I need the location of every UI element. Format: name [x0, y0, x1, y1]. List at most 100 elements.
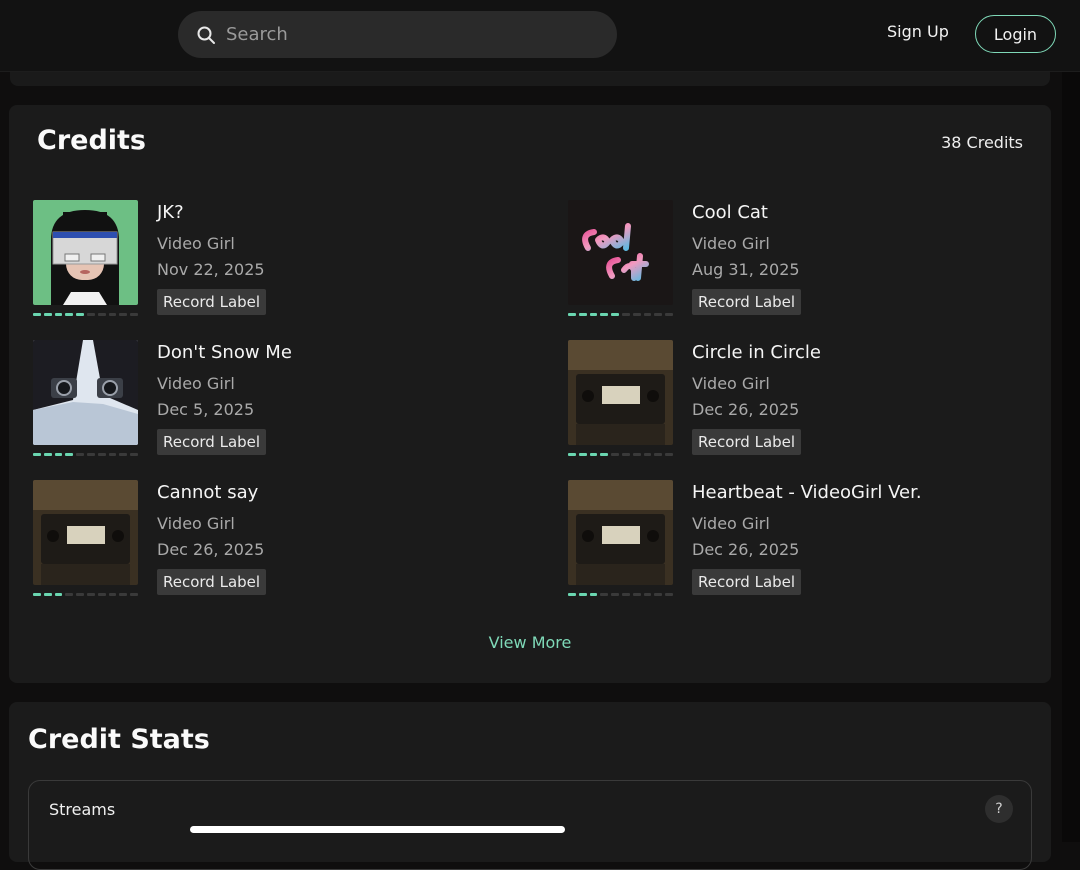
progress-segment	[643, 453, 652, 456]
role-badge: Record Label	[157, 429, 267, 455]
cover-art-cool-cat	[568, 200, 673, 305]
progress-segment	[632, 313, 641, 316]
credit-item[interactable]: Don't Snow Me Video Girl Dec 5, 2025 Rec…	[33, 340, 533, 460]
progress-segment	[65, 453, 74, 456]
progress-segment	[589, 313, 598, 316]
role-badge: Record Label	[692, 429, 802, 455]
progress-segment	[568, 593, 576, 596]
search-input[interactable]	[226, 24, 586, 45]
artist-name[interactable]: Video Girl	[157, 514, 235, 533]
progress-segment	[97, 453, 106, 456]
streams-panel: Streams ?	[28, 780, 1032, 870]
track-title[interactable]: Heartbeat - VideoGirl Ver.	[692, 482, 922, 503]
progress-segment	[568, 313, 576, 316]
progress-segment	[108, 593, 117, 596]
role-badge: Record Label	[692, 569, 802, 595]
progress-segment	[65, 593, 74, 596]
progress-segment	[611, 453, 619, 456]
track-title[interactable]: Cannot say	[157, 482, 258, 503]
progress-segment	[130, 313, 138, 316]
artist-name[interactable]: Video Girl	[692, 374, 770, 393]
progress-bar	[33, 453, 138, 456]
release-date: Nov 22, 2025	[157, 260, 265, 279]
progress-segment	[568, 453, 576, 456]
progress-segment	[76, 593, 84, 596]
progress-bar	[568, 593, 673, 596]
progress-segment	[589, 453, 598, 456]
sign-up-link[interactable]: Sign Up	[887, 22, 949, 41]
progress-segment	[43, 313, 52, 316]
progress-segment	[97, 313, 106, 316]
streams-label: Streams	[49, 800, 116, 819]
home-indicator[interactable]	[190, 826, 565, 833]
credit-item[interactable]: Heartbeat - VideoGirl Ver. Video Girl De…	[568, 480, 1068, 600]
progress-segment	[654, 453, 663, 456]
progress-segment	[43, 593, 52, 596]
progress-segment	[65, 313, 74, 316]
progress-segment	[600, 313, 609, 316]
credit-stats-card: Credit Stats Streams ?	[9, 702, 1051, 870]
cover-art-jk	[33, 200, 138, 305]
progress-segment	[665, 453, 673, 456]
progress-segment	[621, 593, 630, 596]
search-bar[interactable]	[178, 11, 617, 58]
credit-stats-title: Credit Stats	[28, 724, 210, 755]
progress-segment	[76, 313, 84, 316]
progress-segment	[108, 453, 117, 456]
track-title[interactable]: Don't Snow Me	[157, 342, 292, 363]
progress-segment	[43, 453, 52, 456]
progress-segment	[76, 453, 84, 456]
progress-bar	[33, 313, 138, 316]
help-icon[interactable]: ?	[985, 795, 1013, 823]
release-date: Dec 26, 2025	[692, 540, 800, 559]
role-badge: Record Label	[692, 289, 802, 315]
progress-segment	[33, 313, 41, 316]
credit-item[interactable]: Cannot say Video Girl Dec 26, 2025 Recor…	[33, 480, 533, 600]
artist-name[interactable]: Video Girl	[692, 514, 770, 533]
progress-segment	[665, 313, 673, 316]
cover-art-dont-snow-me	[33, 340, 138, 445]
progress-segment	[33, 593, 41, 596]
role-badge: Record Label	[157, 289, 267, 315]
view-more-link[interactable]: View More	[9, 633, 1051, 652]
credit-item[interactable]: Cool Cat Video Girl Aug 31, 2025 Record …	[568, 200, 1068, 320]
artist-name[interactable]: Video Girl	[157, 234, 235, 253]
release-date: Dec 26, 2025	[157, 540, 265, 559]
login-button[interactable]: Login	[975, 15, 1056, 53]
progress-segment	[86, 593, 95, 596]
progress-segment	[54, 593, 63, 596]
track-title[interactable]: JK?	[157, 202, 184, 223]
progress-segment	[654, 593, 663, 596]
progress-segment	[665, 593, 673, 596]
search-icon	[197, 26, 215, 44]
track-title[interactable]: Cool Cat	[692, 202, 768, 223]
progress-segment	[621, 453, 630, 456]
progress-segment	[621, 313, 630, 316]
release-date: Dec 26, 2025	[692, 400, 800, 419]
progress-segment	[54, 313, 63, 316]
credit-item[interactable]: Circle in Circle Video Girl Dec 26, 2025…	[568, 340, 1068, 460]
progress-segment	[578, 313, 587, 316]
progress-segment	[589, 593, 598, 596]
credit-item[interactable]: JK? Video Girl Nov 22, 2025 Record Label	[33, 200, 533, 320]
progress-segment	[643, 313, 652, 316]
release-date: Aug 31, 2025	[692, 260, 800, 279]
progress-segment	[654, 313, 663, 316]
progress-segment	[600, 593, 609, 596]
progress-segment	[611, 313, 619, 316]
track-title[interactable]: Circle in Circle	[692, 342, 821, 363]
progress-segment	[632, 593, 641, 596]
credits-title: Credits	[37, 125, 147, 156]
progress-segment	[97, 593, 106, 596]
progress-segment	[108, 313, 117, 316]
progress-segment	[578, 453, 587, 456]
progress-segment	[130, 593, 138, 596]
progress-segment	[600, 453, 609, 456]
artist-name[interactable]: Video Girl	[157, 374, 235, 393]
progress-segment	[611, 593, 619, 596]
progress-segment	[86, 453, 95, 456]
artist-name[interactable]: Video Girl	[692, 234, 770, 253]
progress-bar	[568, 313, 673, 316]
previous-card-edge	[10, 72, 1050, 86]
cover-art-vhs-tape	[568, 480, 673, 585]
